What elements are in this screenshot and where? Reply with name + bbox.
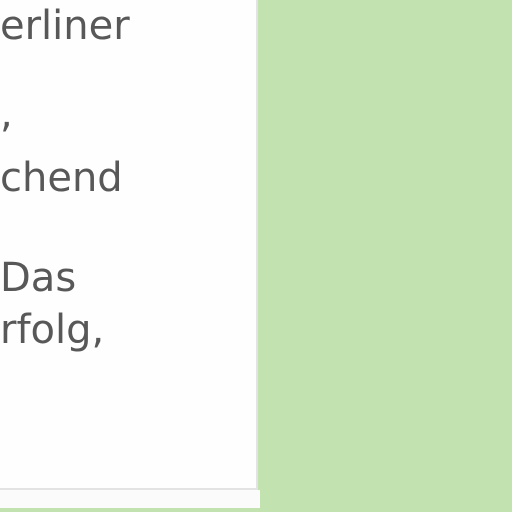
card-bottom-edge bbox=[0, 490, 260, 508]
article-card: erliner , chend Das rfolg, bbox=[0, 0, 258, 490]
article-text-line-2: , bbox=[0, 91, 13, 137]
article-text-line-4: Das bbox=[0, 255, 77, 301]
article-text-line-1: erliner bbox=[0, 3, 130, 49]
article-text-line-3: chend bbox=[0, 155, 123, 201]
page: erliner , chend Das rfolg, bbox=[0, 0, 512, 512]
article-text-line-5: rfolg, bbox=[0, 307, 105, 353]
